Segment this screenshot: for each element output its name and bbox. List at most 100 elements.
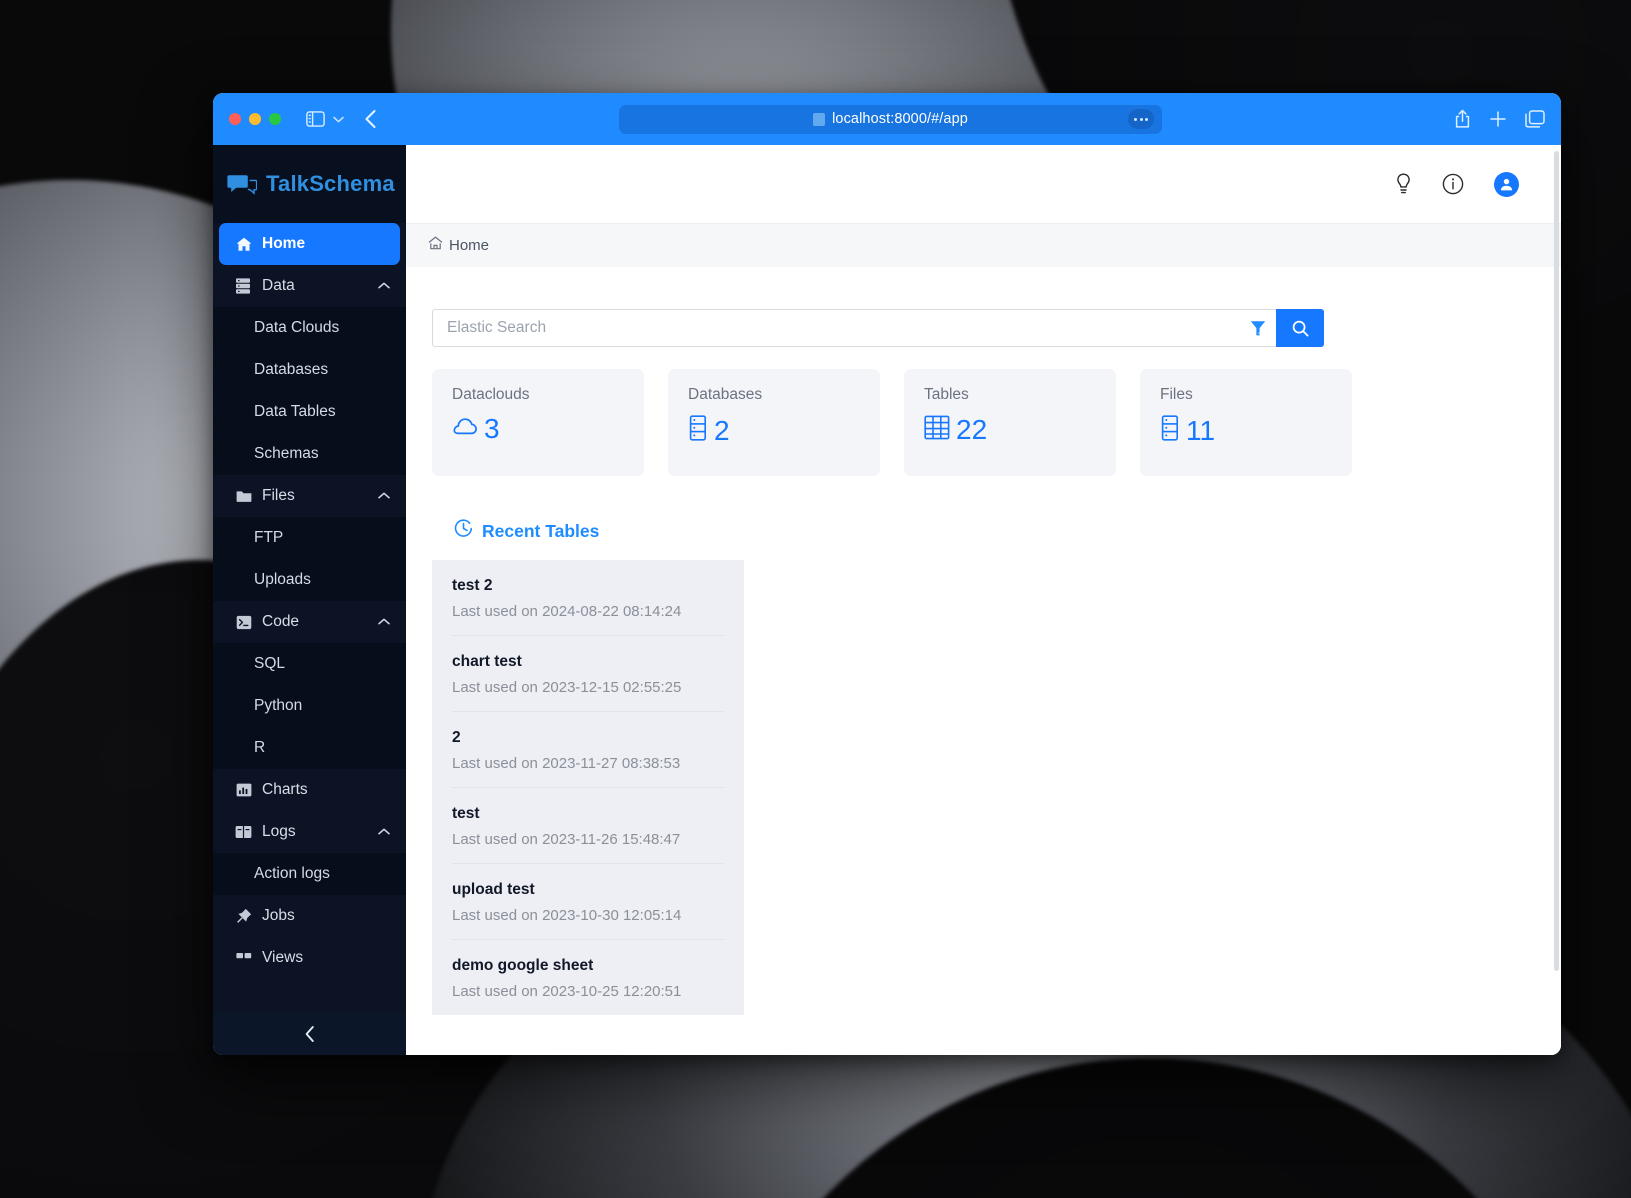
lightbulb-icon[interactable] [1395,173,1412,195]
recent-table-subtitle: Last used on 2023-12-15 02:55:25 [452,679,682,696]
chevron-up-icon[interactable] [378,826,390,838]
sidebar-item-label: Views [262,949,304,966]
brand[interactable]: TalkSchema [213,145,406,223]
chevron-up-icon[interactable] [378,490,390,502]
sidebar-group-data[interactable]: Data [213,265,406,307]
chart-icon [235,782,252,799]
chevron-down-icon[interactable] [333,116,344,123]
sidebar-item-label: Code [262,613,300,630]
stat-value: 22 [956,414,988,445]
sidebar-item-schemas[interactable]: Schemas [213,433,406,475]
list-item[interactable]: test Last used on 2023-11-26 15:48:47 [452,788,724,864]
page-scrollbar[interactable] [1554,151,1559,1031]
search-submit-button[interactable] [1276,309,1324,347]
cloud-icon [452,417,478,442]
browser-toolbar-right [1454,109,1545,129]
stat-value: 3 [484,413,500,444]
info-icon[interactable] [1442,173,1464,195]
url-bar[interactable]: localhost:8000/#/app [619,104,1162,134]
sidebar-item-data-tables[interactable]: Data Tables [213,391,406,433]
window-traffic-lights [229,113,281,125]
breadcrumb-text[interactable]: Home [449,237,489,254]
folder-icon [235,488,252,505]
sidebar-group-files[interactable]: Files [213,475,406,517]
sidebar-item-ftp[interactable]: FTP [213,517,406,559]
sidebar-collapse-button[interactable] [213,1013,406,1055]
database-icon [688,415,708,446]
breadcrumb: Home [406,223,1561,267]
search-bar [432,309,1324,347]
chevron-up-icon[interactable] [378,280,390,292]
sidebar-item-label: Logs [262,823,296,840]
sidebar-group-logs[interactable]: Logs [213,811,406,853]
recent-table-subtitle: Last used on 2023-10-25 12:20:51 [452,983,682,1000]
filter-funnel-icon[interactable] [1242,320,1266,337]
stat-value: 2 [714,414,730,446]
page-scrollbar-thumb[interactable] [1554,151,1559,971]
search-input[interactable] [447,319,1242,337]
zoom-window-button[interactable] [269,113,281,125]
chevron-up-icon[interactable] [378,616,390,628]
pin-icon [235,908,252,925]
home-icon [235,236,252,253]
clock-icon [454,519,473,543]
share-icon[interactable] [1454,109,1471,129]
sidebar-item-label: Action logs [254,865,330,882]
sidebar-item-views[interactable]: Views [213,937,406,979]
user-avatar[interactable] [1494,171,1519,197]
sidebar-item-label: Data Clouds [254,319,340,336]
sidebar-item-home[interactable]: Home [219,223,400,265]
recent-table-name: test 2 [452,577,493,594]
tabs-icon[interactable] [1525,110,1545,128]
database-stack-icon [235,278,252,295]
stat-card-tables[interactable]: Tables 22 [904,369,1116,476]
stat-label: Databases [688,386,763,403]
sidebar-item-label: R [254,739,266,756]
sidebar-item-uploads[interactable]: Uploads [213,559,406,601]
list-item[interactable]: chart test Last used on 2023-12-15 02:55… [452,636,724,712]
stat-card-databases[interactable]: Databases 2 [668,369,880,476]
list-item[interactable]: 2 Last used on 2023-11-27 08:38:53 [452,712,724,788]
sidebar-item-charts[interactable]: Charts [213,769,406,811]
sidebar-toggle-icon[interactable] [306,111,325,127]
recent-table-subtitle: Last used on 2023-11-27 08:38:53 [452,755,681,772]
recent-table-name: chart test [452,653,522,670]
stat-label: Dataclouds [452,386,530,403]
brand-name: TalkSchema [266,171,395,196]
list-item[interactable]: upload test Last used on 2023-10-30 12:0… [452,864,724,940]
list-item[interactable]: demo google sheet Last used on 2023-10-2… [452,940,724,1015]
search-field[interactable] [432,309,1276,347]
page-content: Dataclouds 3 Databases [406,267,1561,1055]
browser-toolbar: localhost:8000/#/app [213,93,1561,145]
list-item[interactable]: test 2 Last used on 2024-08-22 08:14:24 [452,560,724,636]
sidebar-item-python[interactable]: Python [213,685,406,727]
url-more-button[interactable] [1128,109,1154,129]
recent-table-subtitle: Last used on 2024-08-22 08:14:24 [452,603,682,620]
recent-table-subtitle: Last used on 2023-11-26 15:48:47 [452,831,681,848]
database-icon [1160,415,1180,446]
recent-tables-header: Recent Tables [432,502,744,560]
sidebar-item-data-clouds[interactable]: Data Clouds [213,307,406,349]
sidebar-item-r[interactable]: R [213,727,406,769]
sidebar-item-label: Databases [254,361,329,378]
app-shell: TalkSchema Home Data Data Clouds Databas… [213,145,1561,1055]
stat-card-dataclouds[interactable]: Dataclouds 3 [432,369,644,476]
recent-table-subtitle: Last used on 2023-10-30 12:05:14 [452,907,682,924]
close-window-button[interactable] [229,113,241,125]
stat-card-files[interactable]: Files 11 [1140,369,1352,476]
sidebar-item-label: Home [262,235,306,252]
sidebar-item-label: Jobs [262,907,295,924]
sidebar-item-label: FTP [254,529,284,546]
sidebar-item-databases[interactable]: Databases [213,349,406,391]
sidebar-item-sql[interactable]: SQL [213,643,406,685]
nav-back-icon[interactable] [364,109,377,129]
sidebar-group-code[interactable]: Code [213,601,406,643]
minimize-window-button[interactable] [249,113,261,125]
plus-icon[interactable] [1489,110,1507,128]
sidebar-item-action-logs[interactable]: Action logs [213,853,406,895]
sidebar-item-label: Uploads [254,571,311,588]
sidebar-item-jobs[interactable]: Jobs [213,895,406,937]
stat-cards: Dataclouds 3 Databases 2 Tables 22 Files… [432,369,1561,476]
views-icon [235,950,252,967]
sidebar-item-label: Python [254,697,303,714]
